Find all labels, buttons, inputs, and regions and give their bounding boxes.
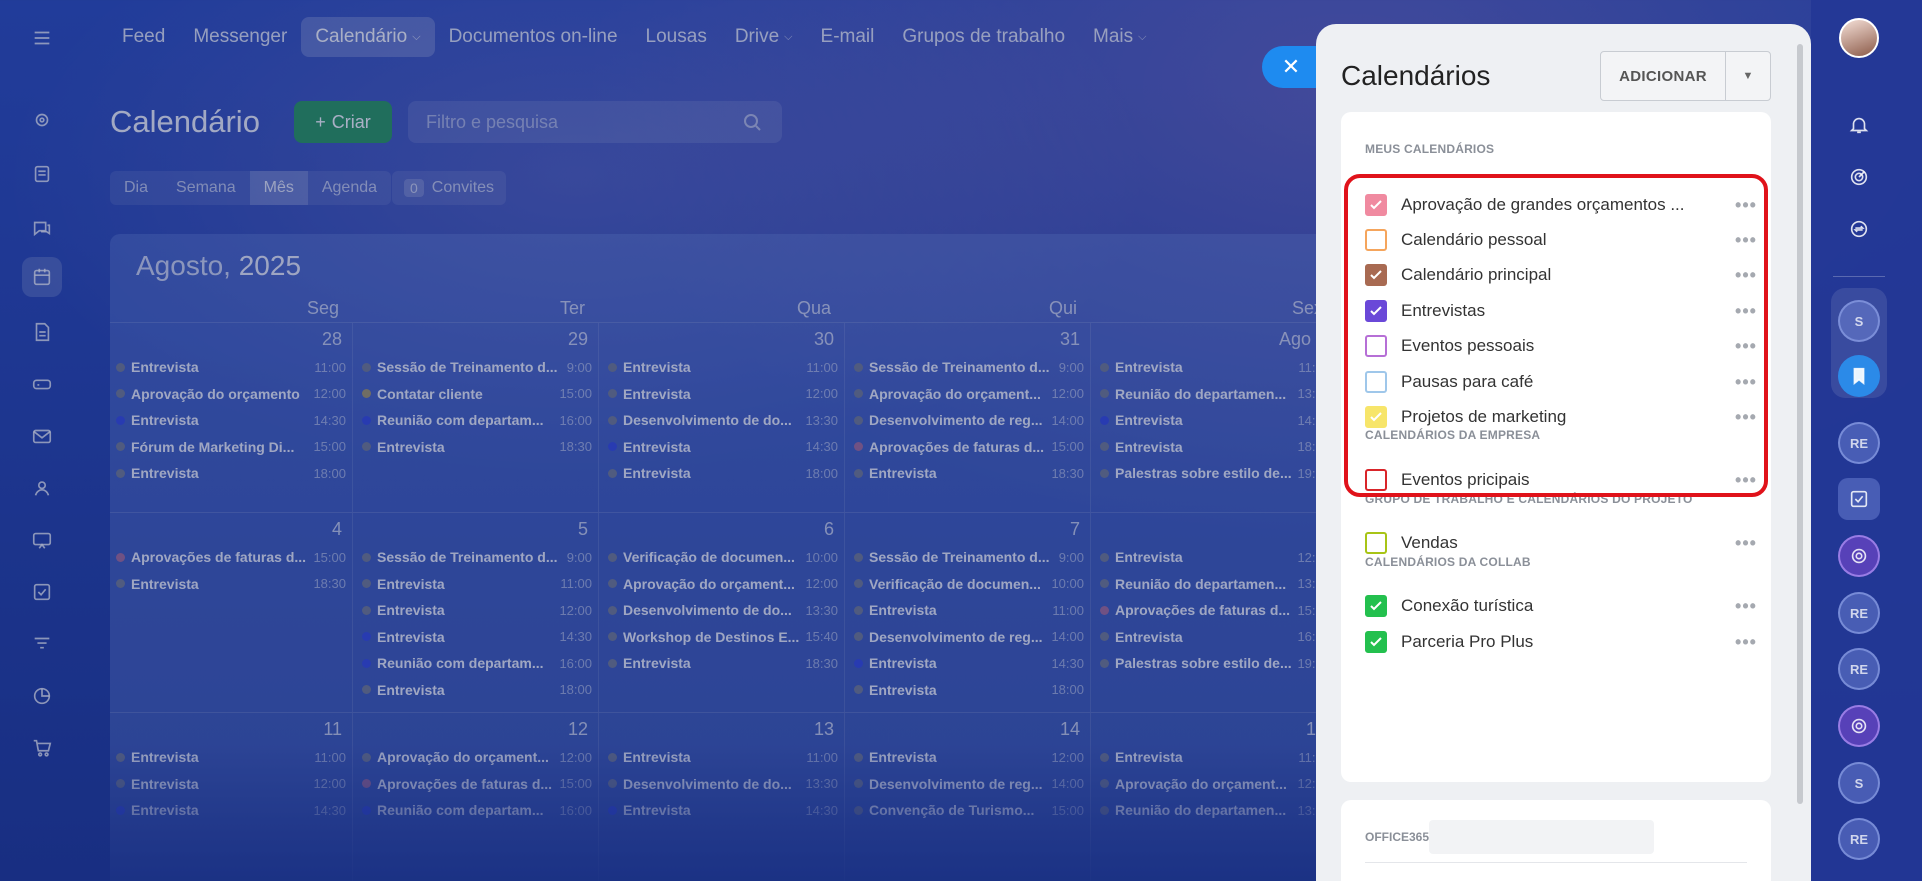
- calendar-name: Entrevistas: [1401, 301, 1486, 320]
- chat-avatar[interactable]: S: [1838, 762, 1880, 804]
- more-options-icon[interactable]: •••: [1733, 336, 1759, 357]
- more-options-icon[interactable]: •••: [1733, 372, 1759, 393]
- calendar-name: Conexão turística: [1401, 596, 1534, 615]
- more-options-icon[interactable]: •••: [1733, 533, 1759, 554]
- calendars-panel: Calendários ADICIONAR ▼ MEUS CALENDÁRIOS…: [1316, 24, 1811, 881]
- calendar-checkbox[interactable]: [1365, 469, 1387, 491]
- calendar-name: Calendário principal: [1401, 265, 1552, 284]
- more-options-icon[interactable]: •••: [1733, 632, 1759, 653]
- chat-avatar[interactable]: RE: [1838, 592, 1880, 634]
- calendar-checkbox[interactable]: [1365, 264, 1387, 286]
- calendar-name: Pausas para café: [1401, 372, 1534, 391]
- calendar-name: Aprovação de grandes orçamentos ...: [1401, 195, 1685, 214]
- calendar-item[interactable]: Aprovação de grandes orçamentos ... •••: [1365, 190, 1759, 220]
- more-options-icon[interactable]: •••: [1733, 596, 1759, 617]
- sync-icon[interactable]: [1838, 208, 1880, 250]
- more-options-icon[interactable]: •••: [1733, 470, 1759, 491]
- calendar-checkbox[interactable]: [1365, 371, 1387, 393]
- calendar-item[interactable]: Eventos pricipais •••: [1365, 465, 1759, 495]
- calendar-name: Parceria Pro Plus: [1401, 632, 1534, 651]
- calendar-item[interactable]: Eventos pessoais •••: [1365, 331, 1759, 361]
- calendar-item[interactable]: Parceria Pro Plus •••: [1365, 627, 1759, 657]
- add-dropdown-button[interactable]: ▼: [1726, 52, 1770, 100]
- checklist-icon[interactable]: [1838, 478, 1880, 520]
- more-options-icon[interactable]: •••: [1733, 230, 1759, 251]
- calendars-list: MEUS CALENDÁRIOS Aprovação de grandes orç…: [1341, 112, 1771, 782]
- chat-avatar[interactable]: RE: [1838, 818, 1880, 860]
- calendar-checkbox[interactable]: [1365, 194, 1387, 216]
- office365-account-redacted: [1429, 820, 1654, 854]
- chevron-down-icon: ▼: [1742, 70, 1754, 82]
- check-icon: [1370, 200, 1382, 210]
- calendar-checkbox[interactable]: [1365, 335, 1387, 357]
- calendar-item[interactable]: Entrevistas •••: [1365, 296, 1759, 326]
- calendar-item[interactable]: Calendário pessoal •••: [1365, 225, 1759, 255]
- section-heading: GRUPO DE TRABALHO E CALENDÁRIOS DO PROJE…: [1365, 492, 1693, 506]
- right-sidebar: S RE RE RE S RE: [1811, 0, 1922, 881]
- add-button-group: ADICIONAR ▼: [1600, 51, 1771, 101]
- calendar-name: Eventos pricipais: [1401, 470, 1530, 489]
- calendar-item[interactable]: Calendário principal •••: [1365, 260, 1759, 290]
- calendar-item[interactable]: Pausas para café •••: [1365, 367, 1759, 397]
- check-icon: [1370, 601, 1382, 611]
- chat-avatar[interactable]: RE: [1838, 648, 1880, 690]
- calendar-checkbox[interactable]: [1365, 229, 1387, 251]
- chat-avatar[interactable]: S: [1838, 300, 1880, 342]
- calendar-item[interactable]: Conexão turística •••: [1365, 591, 1759, 621]
- check-icon: [1370, 306, 1382, 316]
- more-options-icon[interactable]: •••: [1733, 265, 1759, 286]
- more-options-icon[interactable]: •••: [1733, 195, 1759, 216]
- check-icon: [1370, 637, 1382, 647]
- calendar-item[interactable]: Vendas •••: [1365, 528, 1759, 558]
- calendar-checkbox[interactable]: [1365, 532, 1387, 554]
- calendar-name: Projetos de marketing: [1401, 407, 1567, 426]
- add-button[interactable]: ADICIONAR: [1601, 52, 1726, 100]
- calendar-name: Vendas: [1401, 533, 1458, 552]
- divider: [1365, 862, 1747, 863]
- calendar-name: Eventos pessoais: [1401, 336, 1535, 355]
- panel-scrollbar[interactable]: [1797, 44, 1803, 804]
- bookmark-icon[interactable]: [1838, 355, 1880, 397]
- section-heading: CALENDÁRIOS DA EMPRESA: [1365, 428, 1541, 442]
- calendar-checkbox[interactable]: [1365, 631, 1387, 653]
- chat-avatar[interactable]: RE: [1838, 422, 1880, 464]
- office365-label: OFFICE365:: [1365, 830, 1434, 844]
- section-heading: CALENDÁRIOS DA COLLAB: [1365, 555, 1531, 569]
- check-icon: [1370, 270, 1382, 280]
- section-heading: MEUS CALENDÁRIOS: [1365, 142, 1495, 156]
- more-options-icon[interactable]: •••: [1733, 301, 1759, 322]
- calendar-checkbox[interactable]: [1365, 595, 1387, 617]
- user-avatar[interactable]: [1839, 18, 1879, 58]
- more-options-icon[interactable]: •••: [1733, 407, 1759, 428]
- target-icon[interactable]: [1838, 156, 1880, 198]
- divider: [1833, 276, 1885, 277]
- calendar-checkbox[interactable]: [1365, 300, 1387, 322]
- copilot-icon[interactable]: [1838, 535, 1880, 577]
- copilot-icon[interactable]: [1838, 705, 1880, 747]
- office365-section: OFFICE365:: [1341, 800, 1771, 881]
- panel-title: Calendários: [1341, 60, 1491, 91]
- calendar-checkbox[interactable]: [1365, 406, 1387, 428]
- close-panel-button[interactable]: ✕: [1262, 46, 1320, 88]
- bell-icon[interactable]: [1838, 104, 1880, 146]
- check-icon: [1370, 412, 1382, 422]
- calendar-name: Calendário pessoal: [1401, 230, 1547, 249]
- close-icon: ✕: [1281, 54, 1301, 79]
